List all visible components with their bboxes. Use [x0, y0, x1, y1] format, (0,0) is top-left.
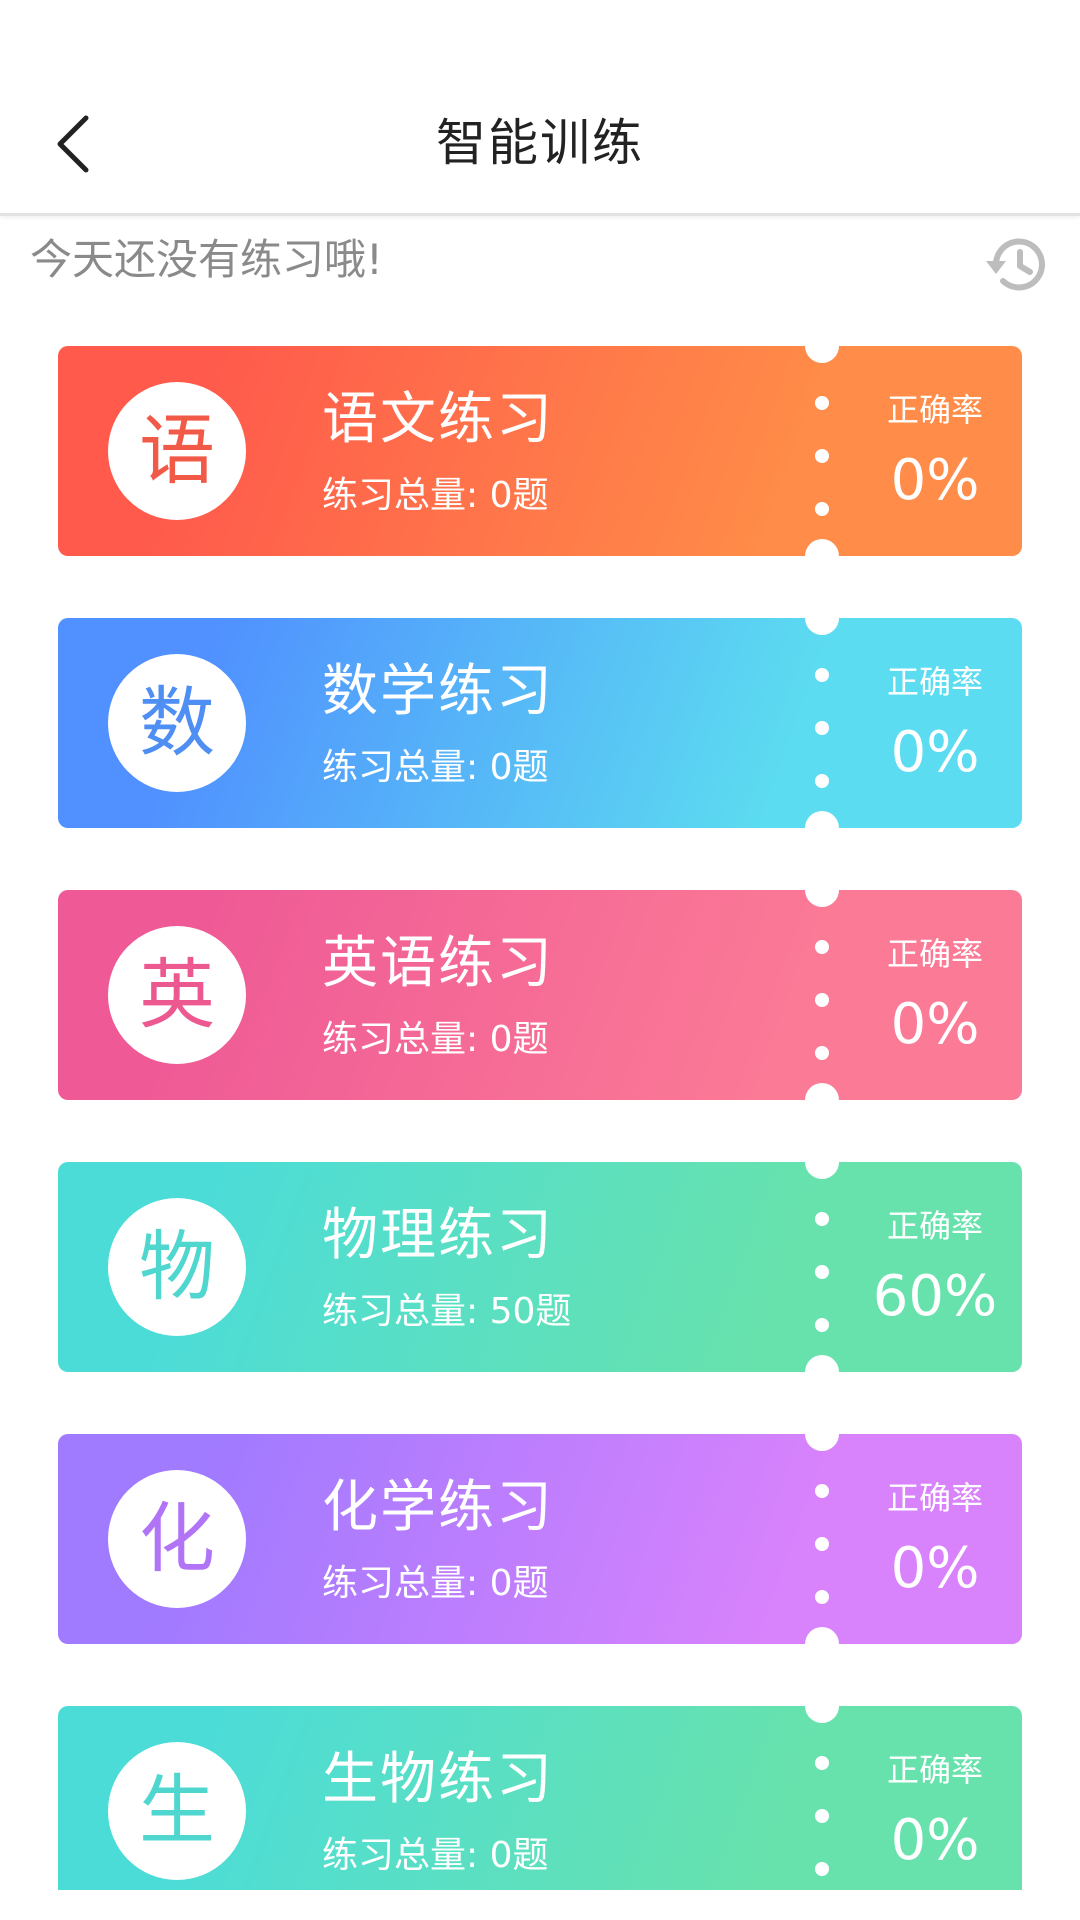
accuracy-label: 正确率	[886, 935, 983, 973]
subject-badge: 化	[108, 1470, 246, 1608]
subject-title: 生物练习	[322, 1747, 554, 1812]
history-clock-icon	[986, 238, 1045, 291]
perforation-dot	[815, 396, 829, 410]
accuracy-value: 0%	[890, 1808, 980, 1873]
practice-count: 练习总量: 0题	[322, 1563, 549, 1604]
subject-badge: 物	[108, 1198, 246, 1336]
accuracy-label: 正确率	[886, 391, 983, 429]
accuracy-value: 60%	[872, 1264, 998, 1329]
ticket-notch	[805, 618, 839, 635]
perforation-dot	[815, 1862, 829, 1876]
ticket-notch	[805, 346, 839, 363]
subject-card-biology[interactable]: 生 生物练习练习总量: 0题 正确率 0%	[58, 1706, 1022, 1916]
perforation-dot	[815, 502, 829, 516]
perforation-dot	[815, 1537, 829, 1551]
perforation-dot	[815, 1756, 829, 1770]
perforation-dot	[815, 1484, 829, 1498]
practice-count: 练习总量: 0题	[322, 1019, 549, 1060]
practice-summary-row: 今天还没有练习哦!	[0, 216, 1080, 306]
ticket-notch	[805, 1627, 839, 1644]
accuracy-value: 0%	[890, 992, 980, 1057]
perforation-dot	[815, 1265, 829, 1279]
top-navigation-bar: 智能训练	[0, 70, 1080, 216]
subject-card-english[interactable]: 英 英语练习练习总量: 0题 正确率 0%	[58, 890, 1022, 1100]
ticket-notch	[805, 811, 839, 828]
ticket-notch	[805, 1355, 839, 1372]
subject-title: 物理练习	[322, 1203, 554, 1268]
accuracy-value: 0%	[890, 720, 980, 785]
ticket-notch	[805, 1706, 839, 1723]
ticket-notch	[805, 539, 839, 556]
history-button[interactable]	[982, 228, 1056, 302]
subject-title: 数学练习	[322, 659, 554, 724]
subject-badge: 英	[108, 926, 246, 1064]
ticket-notch	[805, 890, 839, 907]
practice-count: 练习总量: 0题	[322, 747, 549, 788]
subject-card-chinese[interactable]: 语 语文练习练习总量: 0题 正确率 0%	[58, 346, 1022, 556]
accuracy-label: 正确率	[886, 1207, 983, 1245]
subject-card-chemistry[interactable]: 化 化学练习练习总量: 0题 正确率 0%	[58, 1434, 1022, 1644]
perforation-dot	[815, 449, 829, 463]
practice-count: 练习总量: 0题	[322, 475, 549, 516]
perforation-dot	[815, 721, 829, 735]
subject-title: 化学练习	[322, 1475, 554, 1540]
perforation-dot	[815, 940, 829, 954]
practice-count: 练习总量: 0题	[322, 1835, 549, 1876]
perforation-dot	[815, 668, 829, 682]
accuracy-label: 正确率	[886, 1479, 983, 1517]
perforation-dot	[815, 1318, 829, 1332]
ticket-notch	[805, 1434, 839, 1451]
subject-badge: 数	[108, 654, 246, 792]
accuracy-label: 正确率	[886, 663, 983, 701]
perforation-dot	[815, 993, 829, 1007]
page-title: 智能训练	[436, 114, 644, 172]
bottom-edge	[0, 1890, 1080, 1920]
perforation-dot	[815, 774, 829, 788]
perforation-dot	[815, 1212, 829, 1226]
subject-badge: 语	[108, 382, 246, 520]
subject-badge: 生	[108, 1742, 246, 1880]
accuracy-value: 0%	[890, 448, 980, 513]
ticket-notch	[805, 1162, 839, 1179]
subject-card-math[interactable]: 数 数学练习练习总量: 0题 正确率 0%	[58, 618, 1022, 828]
subject-title: 语文练习	[322, 387, 554, 452]
accuracy-value: 0%	[890, 1536, 980, 1601]
subject-title: 英语练习	[322, 931, 554, 996]
perforation-dot	[815, 1590, 829, 1604]
practice-count: 练习总量: 50题	[322, 1291, 572, 1332]
perforation-dot	[815, 1809, 829, 1823]
no-practice-today-text: 今天还没有练习哦!	[30, 235, 383, 284]
status-bar	[0, 0, 1080, 70]
perforation-dot	[815, 1046, 829, 1060]
ticket-notch	[805, 1083, 839, 1100]
accuracy-label: 正确率	[886, 1751, 983, 1789]
subject-card-physics[interactable]: 物 物理练习练习总量: 50题 正确率 60%	[58, 1162, 1022, 1372]
